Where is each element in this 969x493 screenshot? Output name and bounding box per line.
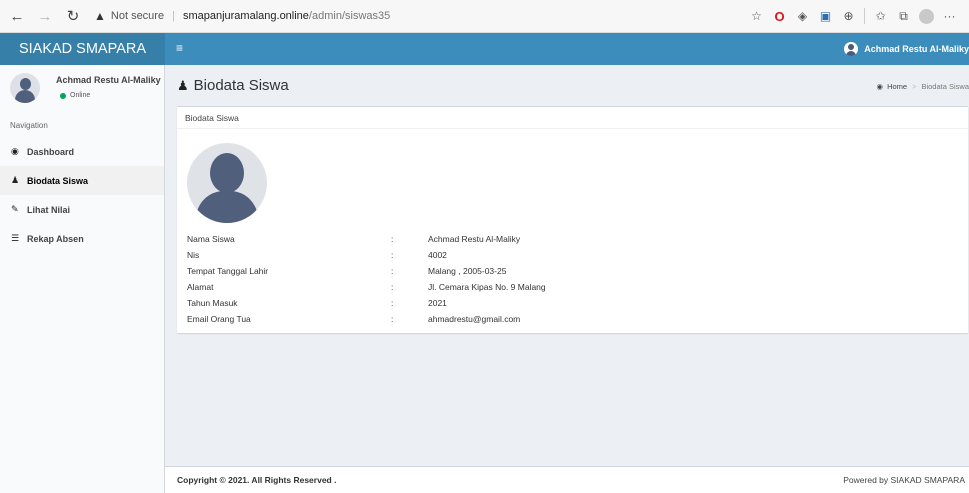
user-panel: Achmad Restu Al-Maliky Online	[0, 65, 165, 109]
address-bar[interactable]: ▲ Not secure | smapanjuramalang.online/a…	[94, 5, 390, 27]
field-label: Tempat Tanggal Lahir	[187, 266, 269, 276]
breadcrumb-home[interactable]: Home	[887, 82, 907, 91]
toolbar-divider	[864, 8, 865, 24]
opera-icon[interactable]: O	[768, 5, 791, 27]
brand-logo[interactable]: SIAKAD SMAPARA	[0, 33, 165, 65]
sidebar-item-label: Rekap Absen	[27, 233, 84, 244]
forward-button[interactable]: →	[34, 5, 56, 27]
favorites-icon[interactable]: ✩	[869, 5, 892, 27]
box-title: Biodata Siswa	[177, 107, 968, 129]
page-title: ♟ Biodata Siswa	[177, 77, 289, 94]
biodata-row: Nama Siswa : Achmad Restu Al-Maliky	[187, 231, 957, 247]
user-avatar	[10, 73, 40, 103]
globe-icon[interactable]: ⊕	[837, 5, 860, 27]
breadcrumb-current: Biodata Siswa	[921, 82, 969, 91]
sidebar-item-dashboard[interactable]: ◉ Dashboard	[0, 137, 164, 166]
field-value: Jl. Cemara Kipas No. 9 Malang	[428, 282, 546, 292]
user-icon: ♟	[177, 77, 189, 93]
field-colon: :	[391, 234, 394, 244]
biodata-row: Nis : 4002	[187, 247, 957, 263]
warning-icon: ▲	[94, 9, 106, 23]
back-button[interactable]: ←	[6, 5, 28, 27]
app-header: SIAKAD SMAPARA ≡ Achmad Restu Al-Maliky	[0, 33, 969, 65]
url-host[interactable]: smapanjuramalang.online	[183, 10, 309, 22]
breadcrumb-separator: >	[912, 82, 917, 91]
main-content: ♟ Biodata Siswa ◉ Home > Biodata Siswa B…	[165, 65, 969, 466]
pencil-icon: ✎	[11, 204, 19, 214]
page-footer: Copyright © 2021. All Rights Reserved . …	[165, 466, 969, 493]
field-colon: :	[391, 266, 394, 276]
list-icon: ☰	[11, 233, 20, 243]
reading-view-icon[interactable]: ☆	[745, 5, 768, 27]
sidebar-item-rekap-absen[interactable]: ☰ Rekap Absen	[0, 224, 164, 253]
header-user-name: Achmad Restu Al-Maliky	[864, 44, 969, 54]
sidebar-item-label: Biodata Siswa	[27, 175, 89, 186]
address-separator: |	[172, 10, 175, 22]
user-icon: ♟	[11, 175, 20, 185]
field-value: Achmad Restu Al-Maliky	[428, 234, 521, 244]
online-dot-icon	[60, 92, 66, 99]
field-label: Tahun Masuk	[187, 298, 238, 308]
more-icon[interactable]: ···	[938, 5, 961, 27]
arrow-right-icon: →	[37, 7, 53, 25]
biodata-list: Nama Siswa : Achmad Restu Al-Maliky Nis …	[187, 231, 957, 327]
field-label: Alamat	[187, 282, 214, 292]
profile-icon[interactable]	[915, 5, 938, 27]
field-colon: :	[391, 314, 394, 324]
biodata-row: Tahun Masuk : 2021	[187, 295, 957, 311]
biodata-box: Biodata Siswa Nama Siswa : Achmad Restu …	[177, 106, 968, 333]
avatar	[844, 42, 859, 56]
field-colon: :	[391, 250, 394, 260]
browser-toolbar: ← → ↻ ▲ Not secure | smapanjuramalang.on…	[0, 0, 969, 33]
url-path[interactable]: /admin/siswas35	[309, 10, 390, 22]
field-label: Nama Siswa	[187, 234, 235, 244]
copyright-text: Copyright © 2021. All Rights Reserved .	[177, 475, 337, 485]
nav-header: Navigation	[10, 121, 48, 130]
status-label: Online	[70, 92, 91, 99]
field-colon: :	[391, 298, 394, 308]
sidebar-nav: ◉ Dashboard ♟ Biodata Siswa ✎ Lihat Nila…	[0, 137, 164, 253]
reload-icon: ↻	[66, 8, 80, 25]
profile-photo	[187, 143, 267, 223]
page-title-text: Biodata Siswa	[193, 77, 289, 94]
browser-extension-icons: ☆ O ◈ ▣ ⊕ ✩ ⧉ ···	[745, 5, 961, 27]
dashboard-icon: ◉	[11, 146, 19, 156]
user-status: Online	[60, 92, 90, 99]
arrow-left-icon: ←	[9, 7, 25, 25]
extension-icon[interactable]: ◈	[791, 5, 814, 27]
biodata-row: Email Orang Tua : ahmadrestu@gmail.com	[187, 311, 957, 327]
header-user-menu[interactable]: Achmad Restu Al-Maliky	[844, 33, 969, 65]
sidebar-user-name: Achmad Restu Al-Maliky	[56, 75, 161, 85]
biodata-row: Tempat Tanggal Lahir : Malang , 2005-03-…	[187, 263, 957, 279]
field-label: Nis	[187, 250, 200, 260]
sidebar-item-label: Dashboard	[27, 146, 75, 157]
breadcrumb: ◉ Home > Biodata Siswa	[877, 82, 969, 91]
sidebar: Achmad Restu Al-Maliky Online Navigation…	[0, 65, 165, 493]
sidebar-item-lihat-nilai[interactable]: ✎ Lihat Nilai	[0, 195, 164, 224]
sidebar-item-label: Lihat Nilai	[27, 204, 71, 215]
flag-icon[interactable]: ▣	[814, 5, 837, 27]
field-value: Malang , 2005-03-25	[428, 266, 507, 276]
field-value: ahmadrestu@gmail.com	[428, 314, 521, 324]
reload-button[interactable]: ↻	[62, 5, 84, 27]
powered-by-text: Powered by SIAKAD SMAPARA	[843, 475, 965, 485]
sidebar-item-biodata-siswa[interactable]: ♟ Biodata Siswa	[0, 166, 164, 195]
security-label[interactable]: Not secure	[111, 10, 164, 22]
field-label: Email Orang Tua	[187, 314, 251, 324]
menu-toggle-icon[interactable]: ≡	[176, 41, 183, 55]
collections-icon[interactable]: ⧉	[892, 5, 915, 27]
field-value: 4002	[428, 250, 447, 260]
field-colon: :	[391, 282, 394, 292]
biodata-row: Alamat : Jl. Cemara Kipas No. 9 Malang	[187, 279, 957, 295]
field-value: 2021	[428, 298, 447, 308]
dashboard-icon: ◉	[876, 82, 884, 91]
